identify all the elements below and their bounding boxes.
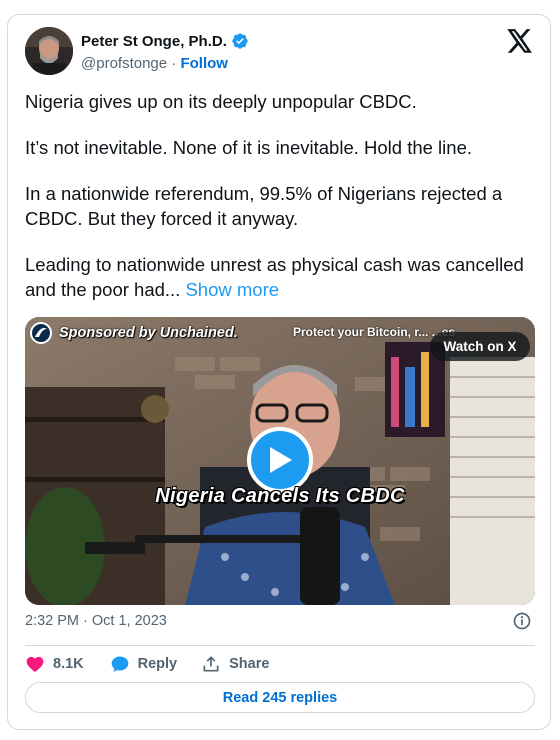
video-media[interactable]: Sponsored by Unchained. Protect your Bit… [25, 317, 535, 605]
share-label: Share [229, 656, 270, 672]
follow-link[interactable]: Follow [180, 55, 228, 72]
video-caption: Nigeria Cancels Its CBDC [155, 485, 405, 507]
author-name-row: Peter St Onge, Ph.D. [81, 32, 249, 50]
verified-badge-icon [232, 33, 248, 49]
sponsor-banner: Sponsored by Unchained. [29, 321, 238, 345]
tweet-actions: 8.1K Reply Share [25, 653, 269, 675]
author-name[interactable]: Peter St Onge, Ph.D. [81, 33, 227, 50]
sponsor-text: Sponsored by Unchained. [59, 325, 238, 341]
tweet-timestamp[interactable]: 2:32 PM · Oct 1, 2023 [25, 613, 167, 629]
tweet-paragraph: In a nationwide referendum, 99.5% of Nig… [25, 183, 503, 229]
speech-bubble-icon [111, 656, 128, 672]
reply-label: Reply [137, 656, 178, 672]
tweet-paragraph-truncated: Leading to nationwide unrest as physical… [25, 252, 535, 302]
sponsor-subtext: Protect your Bitcoin, r... ...es [293, 325, 456, 339]
play-icon [270, 447, 292, 473]
author-handle[interactable]: @profstonge [81, 55, 167, 72]
unchained-logo-icon [30, 322, 52, 344]
tweet-card: Peter St Onge, Ph.D. @profstonge · Follo… [7, 14, 551, 730]
avatar[interactable] [25, 27, 73, 75]
like-button[interactable]: 8.1K [25, 654, 84, 674]
info-icon[interactable] [512, 611, 532, 631]
heart-icon [26, 656, 44, 672]
tweet-paragraph: It’s not inevitable. None of it is inevi… [25, 137, 472, 158]
author-handle-row: @profstonge · Follow [81, 55, 228, 72]
like-count: 8.1K [53, 656, 84, 672]
reply-button[interactable]: Reply [110, 654, 178, 674]
play-button[interactable] [247, 427, 313, 493]
share-upload-icon [203, 656, 219, 672]
watch-on-x-button[interactable]: Watch on X [430, 332, 530, 361]
x-logo-icon[interactable] [507, 29, 533, 53]
divider [25, 645, 535, 646]
show-more-link[interactable]: Show more [185, 279, 279, 300]
handle-separator: · [171, 55, 177, 72]
read-replies-button[interactable]: Read 245 replies [25, 682, 535, 713]
share-button[interactable]: Share [201, 654, 269, 674]
tweet-text: Nigeria gives up on its deeply unpopular… [25, 89, 535, 323]
tweet-paragraph: Nigeria gives up on its deeply unpopular… [25, 91, 417, 112]
